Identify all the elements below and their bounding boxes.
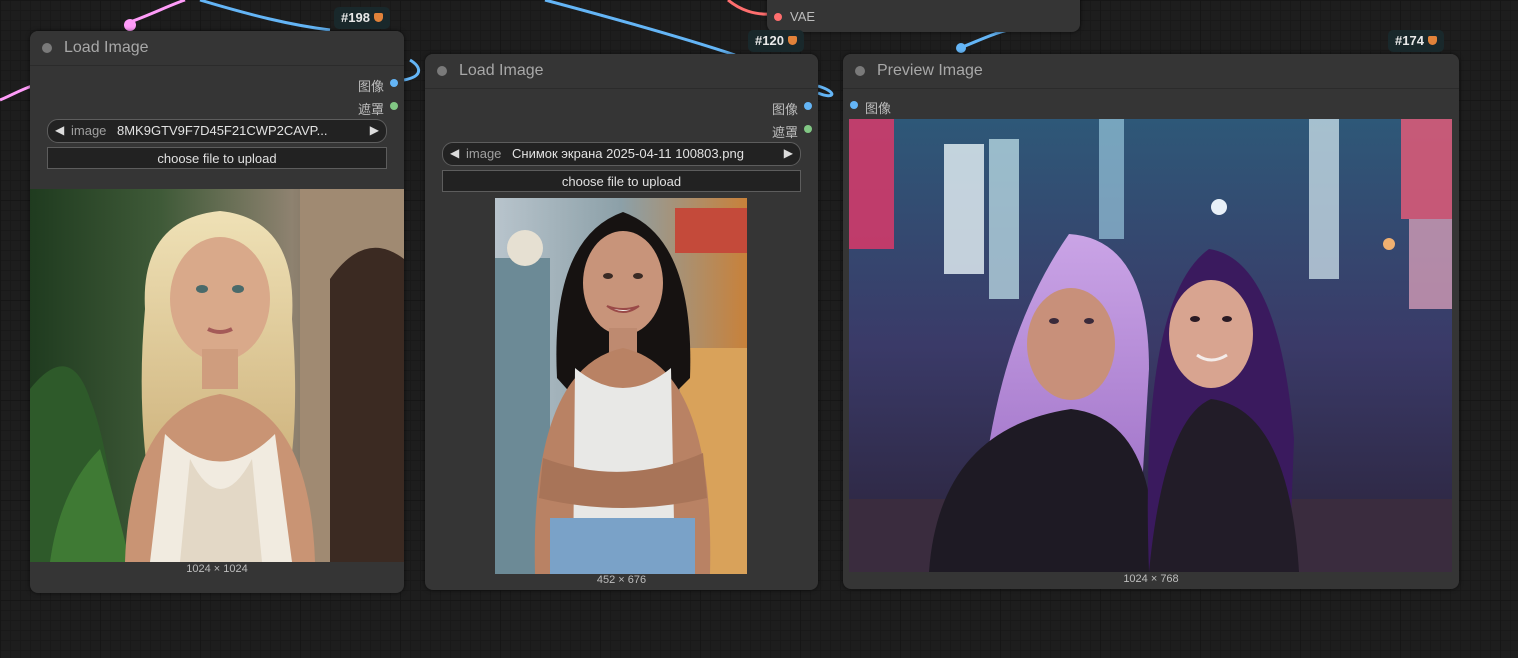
wire-image-1 xyxy=(199,0,331,32)
output-socket[interactable] xyxy=(804,125,812,133)
widget-name: image xyxy=(466,146,502,161)
collapse-dot[interactable] xyxy=(42,43,52,53)
wire-latent-2 xyxy=(0,84,33,102)
image-preview xyxy=(495,198,747,574)
fox-icon xyxy=(373,13,383,22)
node-title: Load Image xyxy=(64,39,149,56)
wire-latent-1 xyxy=(129,0,186,24)
vae-input-socket[interactable] xyxy=(774,13,782,21)
image-dimensions: 1024 × 768 xyxy=(1123,573,1179,585)
preview-image-node-174[interactable]: Preview Image 图像 1024 × 768 xyxy=(843,54,1459,589)
node-title-bar[interactable]: Load Image xyxy=(425,54,818,89)
node-id-badge: #120 xyxy=(748,30,804,52)
next-arrow-icon[interactable]: ▶ xyxy=(784,143,793,164)
vae-decode-node[interactable]: VAE xyxy=(767,0,1080,32)
wire-vae xyxy=(727,0,771,16)
image-preview xyxy=(30,189,404,562)
output-socket[interactable] xyxy=(804,102,812,110)
load-image-node-120[interactable]: Load Image 图像 遮罩 ◀ image Снимок экрана 2… xyxy=(425,54,818,590)
prev-arrow-icon[interactable]: ◀ xyxy=(55,120,64,141)
collapse-dot[interactable] xyxy=(855,66,865,76)
node-id-badge: #174 xyxy=(1388,30,1444,52)
fox-icon xyxy=(787,36,797,45)
output-socket[interactable] xyxy=(390,102,398,110)
output-label: 图像 xyxy=(771,102,798,117)
wire-image-3 xyxy=(403,58,421,82)
widget-value: 8MK9GTV9F7D45F21CWP2CAVP... xyxy=(117,123,328,138)
upload-button[interactable]: choose file to upload xyxy=(47,147,387,169)
wire-image-4 xyxy=(817,84,834,98)
image-combo-widget[interactable]: ◀ image 8MK9GTV9F7D45F21CWP2CAVP... ▶ xyxy=(47,119,387,143)
input-slot-image[interactable]: 图像 xyxy=(843,98,923,116)
image-dimensions: 452 × 676 xyxy=(596,574,647,586)
output-socket[interactable] xyxy=(390,79,398,87)
output-label: 遮罩 xyxy=(771,125,798,140)
output-label: 图像 xyxy=(357,79,384,94)
collapse-dot[interactable] xyxy=(437,66,447,76)
output-slot-mask[interactable]: 遮罩 xyxy=(735,122,815,140)
node-id-text: #174 xyxy=(1395,33,1424,48)
prev-arrow-icon[interactable]: ◀ xyxy=(450,143,459,164)
node-id-text: #120 xyxy=(755,33,784,48)
node-title-bar[interactable]: Load Image xyxy=(30,31,404,66)
image-preview xyxy=(849,119,1452,572)
widget-value: Снимок экрана 2025-04-11 100803.png xyxy=(512,146,744,161)
output-slot-image[interactable]: 图像 xyxy=(735,99,815,117)
fox-icon xyxy=(1427,36,1437,45)
image-dimensions: 1024 × 1024 xyxy=(186,563,248,575)
output-slot-mask[interactable]: 遮罩 xyxy=(321,99,401,117)
node-id-badge: #198 xyxy=(334,7,390,29)
image-combo-widget[interactable]: ◀ image Снимок экрана 2025-04-11 100803.… xyxy=(442,142,801,166)
output-label: 遮罩 xyxy=(357,102,384,117)
node-title: Load Image xyxy=(459,62,544,79)
output-slot-image[interactable]: 图像 xyxy=(321,76,401,94)
node-title-bar[interactable]: Preview Image xyxy=(843,54,1459,89)
node-id-text: #198 xyxy=(341,10,370,25)
vae-input-label: VAE xyxy=(790,9,816,24)
input-label: 图像 xyxy=(865,101,892,116)
input-socket[interactable] xyxy=(850,101,858,109)
node-title: Preview Image xyxy=(877,62,983,79)
widget-name: image xyxy=(71,123,107,138)
wire-reroute-dot xyxy=(124,19,136,31)
next-arrow-icon[interactable]: ▶ xyxy=(370,120,379,141)
wire-reroute-dot xyxy=(956,43,966,53)
wire-image-2 xyxy=(544,0,736,57)
load-image-node-198[interactable]: Load Image 图像 遮罩 ◀ image 8MK9GTV9F7D45F2… xyxy=(30,31,404,593)
upload-button[interactable]: choose file to upload xyxy=(442,170,801,192)
